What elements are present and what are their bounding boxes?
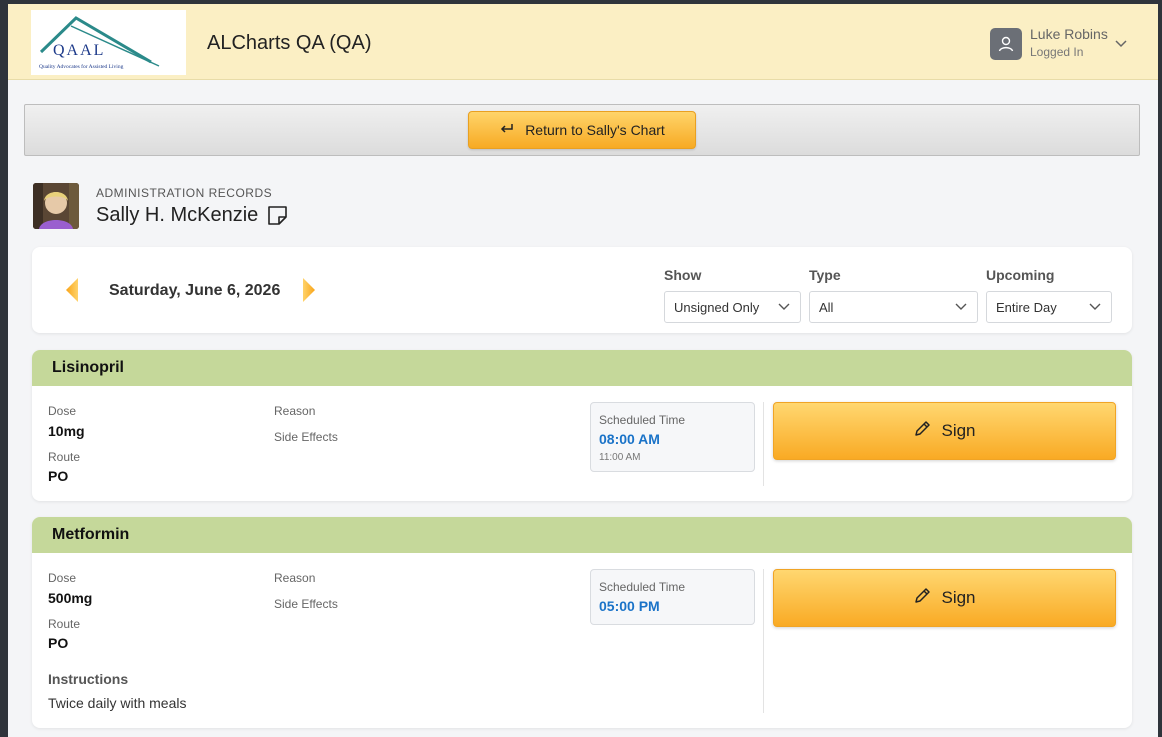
instructions-value: Twice daily with meals — [48, 695, 187, 711]
pencil-icon — [913, 419, 932, 443]
scheduled-time-window: 11:00 AM — [599, 452, 641, 463]
instructions-label: Instructions — [48, 671, 129, 687]
user-status: Logged In — [1030, 45, 1084, 59]
medication-name: Lisinopril — [32, 350, 1132, 386]
dose-value: 10mg — [48, 423, 85, 439]
route-label: Route — [48, 617, 81, 631]
app-title: ALCharts QA (QA) — [207, 32, 372, 54]
medication-card: Metformin Dose 500mg Route PO Reason Sid… — [32, 517, 1132, 728]
medication-card: Lisinopril Dose 10mg Route PO Reason Sid… — [32, 350, 1132, 501]
show-select[interactable]: Unsigned Only — [664, 291, 801, 323]
app-header: QAAL Quality Advocates for Assisted Livi… — [8, 4, 1158, 80]
chevron-down-icon[interactable] — [1114, 36, 1128, 54]
show-filter-label: Show — [664, 267, 702, 283]
dose-value: 500mg — [48, 590, 93, 606]
upcoming-select-value: Entire Day — [996, 299, 1057, 315]
upcoming-filter-label: Upcoming — [986, 267, 1055, 283]
show-filter: Show Unsigned Only — [664, 267, 801, 323]
side-effects-label: Side Effects — [274, 430, 338, 444]
app-window: QAAL Quality Advocates for Assisted Livi… — [8, 4, 1158, 737]
upcoming-filter: Upcoming Entire Day — [986, 267, 1112, 323]
arrow-left-icon[interactable] — [65, 277, 79, 308]
sign-button[interactable]: Sign — [773, 569, 1116, 627]
return-arrow-icon — [499, 122, 515, 139]
medication-name: Metformin — [32, 517, 1132, 553]
sign-button[interactable]: Sign — [773, 402, 1116, 460]
upcoming-select[interactable]: Entire Day — [986, 291, 1112, 323]
type-select[interactable]: All — [809, 291, 978, 323]
divider — [763, 402, 764, 486]
scheduled-time-box: Scheduled Time 08:00 AM 11:00 AM — [590, 402, 755, 472]
scheduled-time-value: 05:00 PM — [599, 598, 660, 614]
pencil-icon — [913, 586, 932, 610]
side-effects-label: Side Effects — [274, 597, 338, 611]
route-value: PO — [48, 468, 69, 484]
scheduled-time-value: 08:00 AM — [599, 431, 660, 447]
logo-graphic: QAAL Quality Advocates for Assisted Livi… — [39, 16, 160, 70]
section-label: ADMINISTRATION RECORDS — [96, 186, 273, 200]
filter-card: Saturday, June 6, 2026 Show Unsigned Onl… — [32, 247, 1132, 333]
route-value: PO — [48, 635, 69, 651]
arrow-right-icon[interactable] — [302, 277, 316, 308]
type-filter-label: Type — [809, 267, 841, 283]
patient-avatar — [33, 183, 79, 229]
type-select-value: All — [819, 299, 834, 315]
route-label: Route — [48, 450, 81, 464]
return-bar: Return to Sally's Chart — [24, 104, 1140, 156]
scheduled-time-label: Scheduled Time — [599, 580, 686, 594]
reason-label: Reason — [274, 404, 316, 418]
divider — [763, 569, 764, 713]
sign-button-label: Sign — [941, 421, 976, 440]
sticky-note-icon[interactable] — [266, 204, 289, 232]
qaal-logo[interactable]: QAAL Quality Advocates for Assisted Livi… — [31, 10, 186, 75]
chevron-down-icon — [1089, 303, 1101, 310]
return-to-chart-button[interactable]: Return to Sally's Chart — [468, 111, 696, 149]
user-icon[interactable] — [990, 28, 1022, 60]
return-button-label: Return to Sally's Chart — [525, 122, 665, 138]
chevron-down-icon — [778, 303, 790, 310]
type-filter: Type All — [809, 267, 978, 323]
user-name[interactable]: Luke Robins — [1030, 26, 1108, 42]
chevron-down-icon — [955, 303, 967, 310]
dose-label: Dose — [48, 571, 77, 585]
scheduled-time-label: Scheduled Time — [599, 413, 686, 427]
svg-text:QAAL: QAAL — [53, 42, 105, 59]
patient-name: Sally H. McKenzie — [96, 204, 259, 226]
sign-button-label: Sign — [941, 588, 976, 607]
reason-label: Reason — [274, 571, 316, 585]
show-select-value: Unsigned Only — [674, 299, 760, 315]
svg-text:Quality Advocates for Assisted: Quality Advocates for Assisted Living — [39, 63, 124, 70]
dose-label: Dose — [48, 404, 77, 418]
scheduled-time-box: Scheduled Time 05:00 PM — [590, 569, 755, 625]
current-date: Saturday, June 6, 2026 — [109, 282, 281, 299]
